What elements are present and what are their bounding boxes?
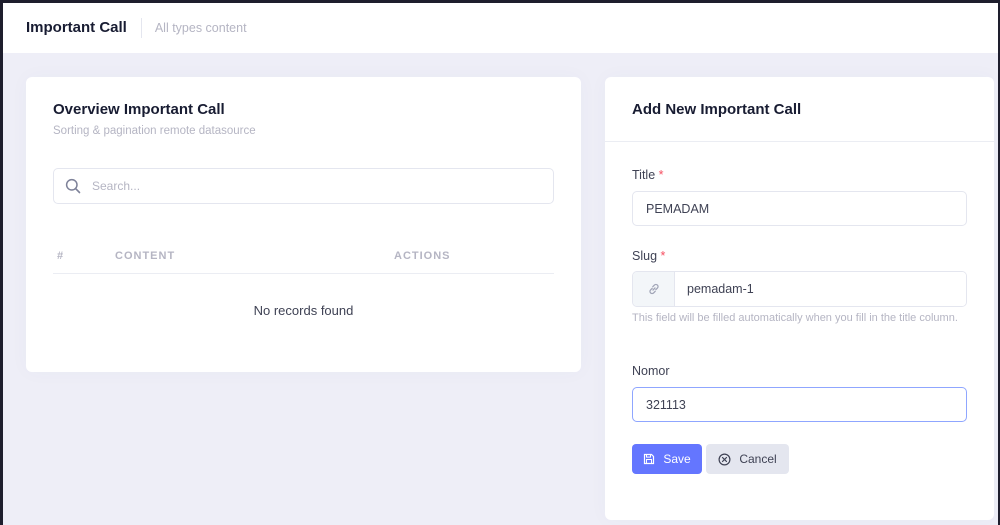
page-title: Important Call [3,18,142,38]
search-input[interactable] [92,179,532,193]
overview-card: Overview Important Call Sorting & pagina… [26,77,581,372]
overview-title: Overview Important Call [53,101,225,118]
search-icon [54,178,92,194]
cancel-icon [718,452,731,466]
overview-subtitle: Sorting & pagination remote datasource [53,125,256,137]
page-description: All types content [154,21,247,35]
subheader: Important Call All types content [3,3,998,53]
empty-table-message: No records found [253,303,354,318]
cancel-button[interactable]: Cancel [706,444,789,474]
column-header-content[interactable]: CONTENT [115,250,175,262]
save-button[interactable]: Save [632,444,702,474]
title-label: Title * [632,168,664,182]
slug-input[interactable] [675,272,966,306]
save-icon [643,453,655,465]
nomor-label: Nomor [632,364,670,378]
slug-label-text: Slug [632,249,658,263]
save-button-label: Save [663,452,691,466]
title-label-text: Title [632,168,656,182]
required-mark: * [660,249,666,263]
column-header-number[interactable]: # [57,250,64,262]
add-form-card: Add New Important Call Title * Slug * Th… [605,77,994,520]
cancel-button-label: Cancel [739,452,777,466]
slug-label: Slug * [632,249,665,263]
slug-help-text: This field will be filled automatically … [632,312,958,324]
link-icon [633,272,675,306]
required-mark: * [658,168,664,182]
slug-input-group [632,271,967,307]
form-header: Add New Important Call [605,77,994,142]
window-frame-left [0,0,3,525]
overview-header: Overview Important Call Sorting & pagina… [53,101,256,137]
table-header: # CONTENT ACTIONS [53,242,554,274]
column-header-actions: ACTIONS [394,250,451,262]
form-title: Add New Important Call [632,100,802,118]
search-box [53,168,554,204]
title-input[interactable] [632,191,967,226]
nomor-input[interactable] [632,387,967,422]
